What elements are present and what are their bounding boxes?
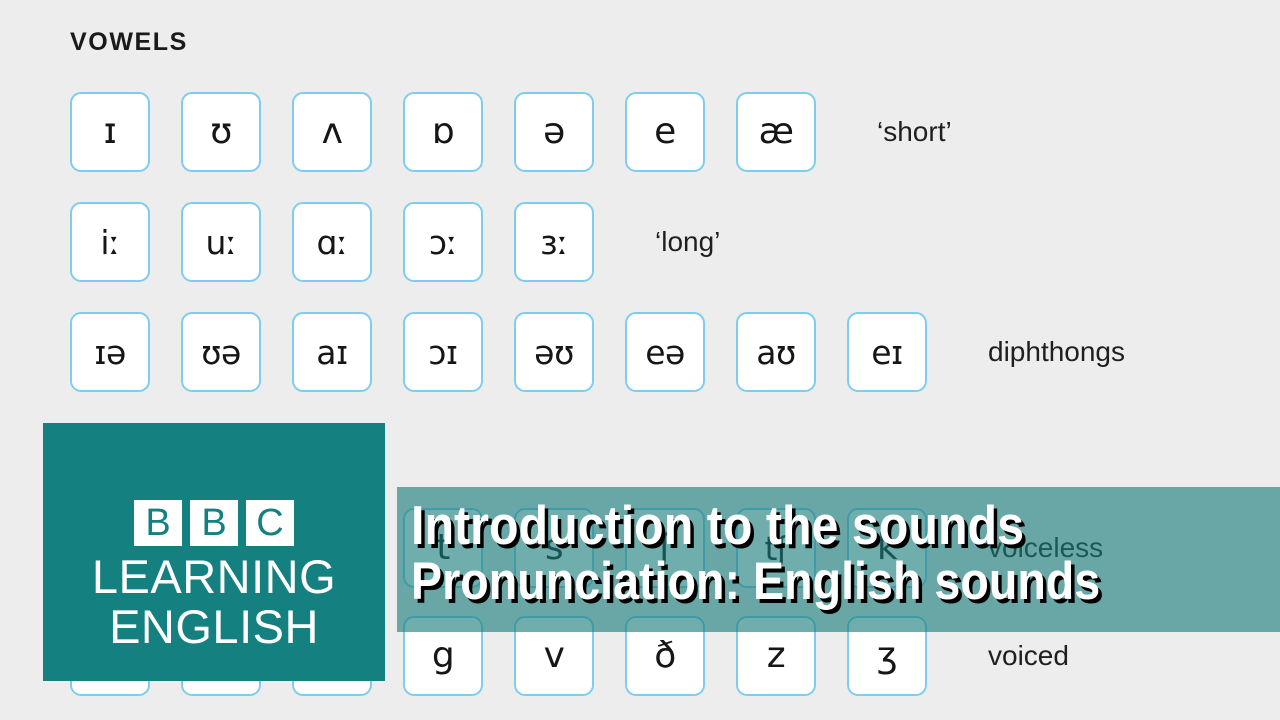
phoneme-tile[interactable]: əʊ xyxy=(514,312,594,392)
phoneme-tile[interactable]: uː xyxy=(181,202,261,282)
phoneme-tile[interactable]: eə xyxy=(625,312,705,392)
phoneme-tile[interactable]: ʌ xyxy=(292,92,372,172)
phoneme-tile[interactable]: aʊ xyxy=(736,312,816,392)
logo-line-english: ENGLISH xyxy=(109,600,319,653)
bbc-blocks: B B C xyxy=(134,500,294,547)
phoneme-tile[interactable]: aɪ xyxy=(292,312,372,392)
banner-subtitle: Pronunciation: English sounds xyxy=(411,552,1101,611)
bbc-block-1: B xyxy=(134,500,182,547)
logo-line-learning: LEARNING xyxy=(91,550,337,604)
phoneme-row-short: ɪ ʊ ʌ ɒ ə e æ ‘short’ xyxy=(70,92,952,172)
phoneme-row-label: voiced xyxy=(988,640,1069,671)
phoneme-tile[interactable]: iː xyxy=(70,202,150,282)
phoneme-tile[interactable]: ʊə xyxy=(181,312,261,392)
phoneme-row-diphthongs: ɪə ʊə aɪ ɔɪ əʊ eə aʊ eɪ diphthongs xyxy=(70,312,1125,392)
phoneme-tile[interactable]: ɔɪ xyxy=(403,312,483,392)
phoneme-tile[interactable]: ɔː xyxy=(403,202,483,282)
phoneme-tile[interactable]: ʊ xyxy=(181,92,261,172)
section-heading-vowels: VOWELS xyxy=(70,28,188,56)
phoneme-row-label: ‘long’ xyxy=(655,226,721,257)
video-frame: VOWELS ɪ ʊ ʌ ɒ ə e æ ‘short’ iː uː ɑː ɔː ɜː ‘long’ ɪ… xyxy=(0,0,1280,720)
bbc-block-3: C xyxy=(246,500,294,547)
phoneme-tile[interactable]: e xyxy=(625,92,705,172)
phoneme-row-label: ‘short’ xyxy=(877,116,952,147)
phoneme-tile[interactable]: ɑː xyxy=(292,202,372,282)
phoneme-row-label: diphthongs xyxy=(988,336,1126,367)
phoneme-tile[interactable]: ɪə xyxy=(70,312,150,392)
phoneme-tile[interactable]: ɪ xyxy=(70,92,150,172)
bbc-learning-english-logo: B B C LEARNING ENGLISH xyxy=(43,423,385,681)
phoneme-tile[interactable]: eɪ xyxy=(847,312,927,392)
phoneme-tile[interactable]: ə xyxy=(514,92,594,172)
phoneme-tile[interactable]: ɜː xyxy=(514,202,594,282)
banner-title: Introduction to the sounds xyxy=(411,494,1024,556)
phoneme-tile[interactable]: ɒ xyxy=(403,92,483,172)
phoneme-tile[interactable]: æ xyxy=(736,92,816,172)
bbc-block-2: B xyxy=(190,500,238,547)
lower-third-banner: Introduction to the sounds Pronunciation… xyxy=(397,487,1280,632)
phoneme-row-long: iː uː ɑː ɔː ɜː ‘long’ xyxy=(70,202,720,282)
